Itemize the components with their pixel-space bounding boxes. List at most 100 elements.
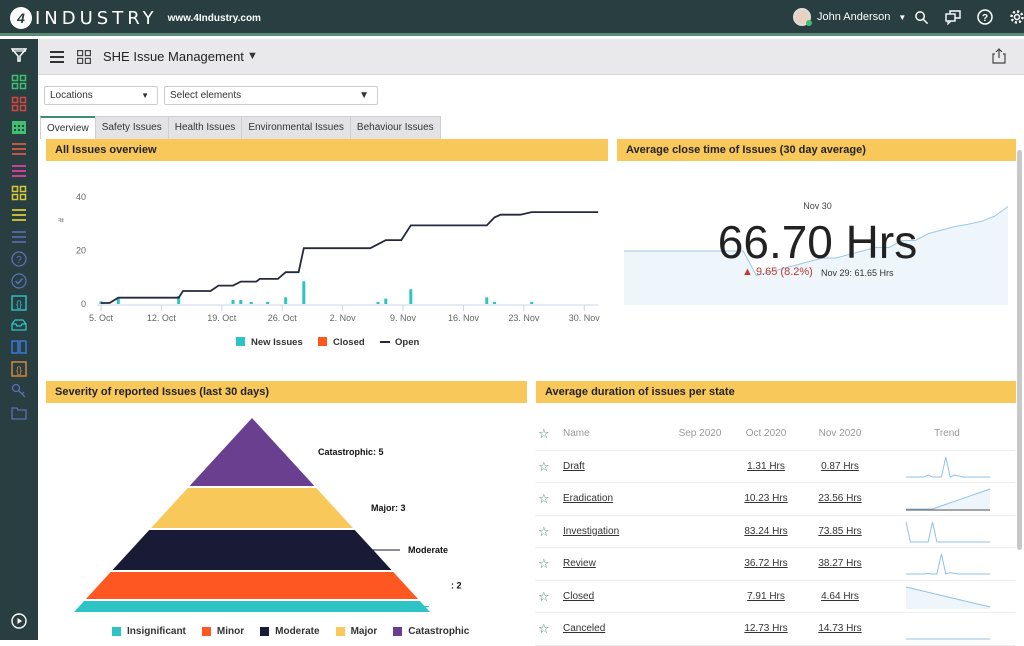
inbox-icon[interactable] <box>10 317 28 333</box>
share-icon[interactable] <box>992 48 1006 67</box>
legend-item[interactable]: Major <box>335 626 377 637</box>
list-yellow-icon[interactable] <box>10 207 28 223</box>
new-issues-bar <box>302 281 306 304</box>
state-name-link[interactable]: Review <box>563 558 596 569</box>
legend-item[interactable]: Catastrophic <box>393 626 469 637</box>
nov-value-link[interactable]: 38.27 Hrs <box>809 558 871 569</box>
filter-icon[interactable] <box>10 47 28 63</box>
dashboard-red-icon[interactable] <box>10 96 28 112</box>
tab-safety-issues[interactable]: Safety Issues <box>94 116 169 139</box>
new-issues-bar <box>485 297 489 304</box>
question-icon[interactable]: ? <box>10 251 28 267</box>
pyramid-catastrophic-segment <box>189 418 315 486</box>
logo[interactable]: 4 INDUSTRY www.4Industry.com <box>10 7 261 29</box>
column-header-name[interactable]: Name <box>563 428 590 439</box>
legend-item[interactable]: Insignificant <box>112 626 186 637</box>
open-issues-line <box>101 211 599 304</box>
star-icon[interactable]: ☆ <box>538 621 550 637</box>
x-tick-label: 5. Oct <box>89 313 114 323</box>
star-icon[interactable]: ☆ <box>538 589 550 605</box>
state-name-link[interactable]: Eradication <box>563 493 613 504</box>
legend-new-issues-swatch <box>236 337 245 346</box>
state-name-link[interactable]: Canceled <box>563 623 605 634</box>
list-blue-icon[interactable] <box>10 229 28 245</box>
x-tick-label: 19. Oct <box>207 313 237 323</box>
star-icon[interactable]: ☆ <box>538 491 550 507</box>
oct-value-link[interactable]: 83.24 Hrs <box>735 526 797 537</box>
search-icon[interactable] <box>912 8 930 26</box>
state-name-link[interactable]: Draft <box>563 461 585 472</box>
check-circle-icon[interactable] <box>10 273 28 289</box>
metric-value: 66.70 Hrs <box>717 216 918 268</box>
logo-mark: 4 <box>10 7 32 29</box>
legend-swatch <box>201 627 211 636</box>
logo-url: www.4Industry.com <box>167 12 261 24</box>
oct-value-link[interactable]: 10.23 Hrs <box>735 493 797 504</box>
tab-behaviour-issues[interactable]: Behaviour Issues <box>349 116 441 139</box>
nov-value-link[interactable]: 4.64 Hrs <box>809 591 871 602</box>
trend-sparkline <box>906 553 990 575</box>
column-header-nov[interactable]: Nov 2020 <box>809 428 871 439</box>
chevron-down-icon: ▼ <box>359 90 369 101</box>
oct-value-link[interactable]: 36.72 Hrs <box>735 558 797 569</box>
elements-select[interactable]: Select elements ▼ <box>164 86 378 105</box>
oct-value-link[interactable]: 1.31 Hrs <box>735 461 797 472</box>
column-header-oct[interactable]: Oct 2020 <box>735 428 797 439</box>
list-pink-icon[interactable] <box>10 163 28 179</box>
column-header-sep[interactable]: Sep 2020 <box>670 428 730 439</box>
user-menu[interactable]: John Anderson ▼ <box>793 8 906 26</box>
nov-value-link[interactable]: 14.73 Hrs <box>809 623 871 634</box>
star-icon[interactable]: ☆ <box>538 426 550 442</box>
key-icon[interactable] <box>10 383 28 399</box>
star-icon[interactable]: ☆ <box>538 459 550 475</box>
y-tick-label: 20 <box>76 246 86 256</box>
overview-chart: 0 20 40 #5. Oct 12. Oct 19. Oct 26. Oct 2. Nov 9… <box>57 192 600 348</box>
chat-icon[interactable] <box>944 8 962 26</box>
legend-item[interactable]: Moderate <box>260 626 320 637</box>
trend-sparkline <box>905 521 990 542</box>
page-title[interactable]: SHE Issue Management <box>103 49 244 64</box>
pyramid-data-label: Major: 3 <box>371 503 406 513</box>
nov-value-link[interactable]: 0.87 Hrs <box>809 461 871 472</box>
sidebar: ? {} {} <box>0 39 38 640</box>
script-icon[interactable]: {} <box>10 361 28 377</box>
tab-environmental-issues[interactable]: Environmental Issues <box>241 116 351 139</box>
list-orange-icon[interactable] <box>10 141 28 157</box>
legend-swatch <box>260 627 270 636</box>
star-icon[interactable]: ☆ <box>538 556 550 572</box>
y-tick-label: 40 <box>76 192 86 202</box>
gear-icon[interactable] <box>1008 8 1024 26</box>
nov-value-link[interactable]: 73.85 Hrs <box>809 526 871 537</box>
book-icon[interactable] <box>10 339 28 355</box>
help-icon[interactable]: ? <box>976 8 994 26</box>
elements-select-value: Select elements <box>170 90 242 101</box>
legend-closed-swatch <box>318 337 327 346</box>
new-issues-bar <box>384 298 388 304</box>
avatar <box>793 8 812 26</box>
state-name-link[interactable]: Investigation <box>563 526 619 537</box>
trend-sparkline <box>905 586 991 609</box>
caret-down-icon[interactable]: ▼ <box>247 50 258 62</box>
new-issues-bar <box>266 301 270 304</box>
calendar-icon[interactable] <box>10 119 28 135</box>
tab-overview[interactable]: Overview <box>40 116 96 139</box>
star-icon[interactable]: ☆ <box>538 524 550 540</box>
tab-health-issues[interactable]: Health Issues <box>167 116 243 139</box>
legend-item[interactable]: Minor <box>201 626 244 637</box>
play-icon[interactable] <box>10 613 28 629</box>
hamburger-menu-icon[interactable] <box>50 51 64 66</box>
code-block-icon[interactable]: {} <box>10 295 28 311</box>
dashboard-yellow-icon[interactable] <box>10 185 28 201</box>
new-issues-bar <box>376 301 380 304</box>
folder-icon[interactable] <box>10 405 28 421</box>
nov-value-link[interactable]: 23.56 Hrs <box>809 493 871 504</box>
locations-select[interactable]: Locations ▼ <box>44 86 158 105</box>
new-issues-bar <box>530 301 534 304</box>
oct-value-link[interactable]: 7.91 Hrs <box>735 591 797 602</box>
grid-icon[interactable] <box>77 50 91 67</box>
oct-value-link[interactable]: 12.73 Hrs <box>735 623 797 634</box>
state-name-link[interactable]: Closed <box>563 591 594 602</box>
new-issues-bar <box>493 301 497 304</box>
vertical-scrollbar[interactable] <box>1017 150 1022 550</box>
dashboard-icon[interactable] <box>10 74 28 90</box>
